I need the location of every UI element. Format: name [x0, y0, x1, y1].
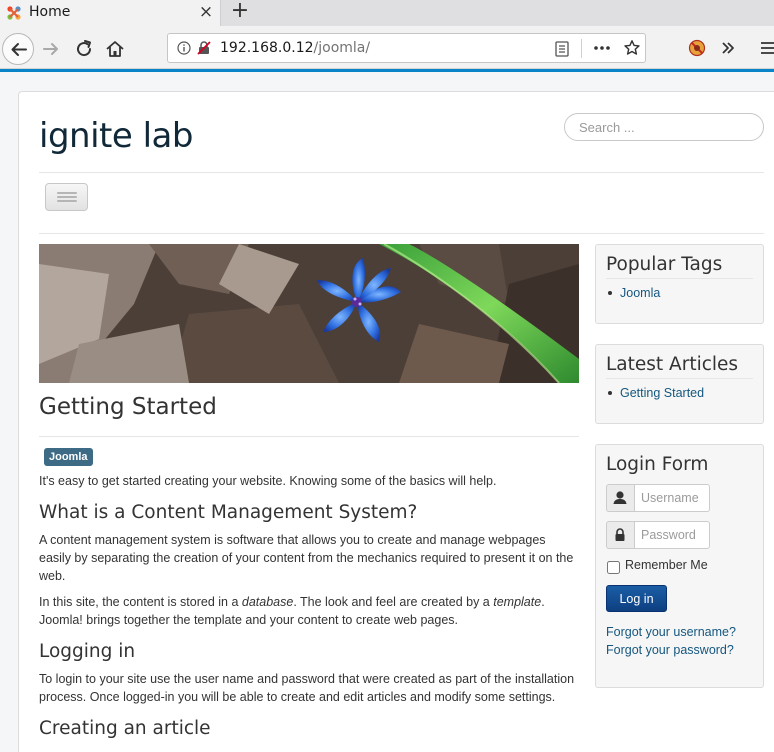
bookmark-star-icon[interactable] [623, 39, 641, 57]
login-links: Forgot your username? Forgot your passwo… [606, 623, 753, 659]
remember-me-checkbox[interactable] [607, 561, 620, 574]
search-input[interactable] [564, 113, 764, 141]
username-input[interactable] [634, 484, 710, 512]
page-load-accent-bar [0, 69, 774, 72]
home-icon[interactable] [103, 37, 127, 61]
remember-me[interactable]: Remember Me [606, 558, 753, 576]
popular-tag-link[interactable]: Joomla [606, 284, 753, 302]
article-intro: It's easy to get started creating your w… [39, 474, 497, 488]
tab-bar: Home × + [0, 0, 774, 26]
toggle-bar-icon [57, 200, 77, 202]
latest-articles-module: Latest Articles Getting Started [595, 344, 764, 424]
template-emphasis: template [493, 595, 542, 609]
forgot-username-link[interactable]: Forgot your username? [606, 623, 753, 641]
overflow-chevrons-icon[interactable] [719, 39, 737, 57]
hero-flower-image [39, 244, 579, 383]
password-row [606, 521, 753, 549]
heading-cms: What is a Content Management System? [39, 502, 418, 523]
latest-article-link[interactable]: Getting Started [606, 384, 753, 402]
urlbar-divider [581, 39, 582, 58]
tab-home[interactable]: Home × [0, 0, 221, 26]
login-form-title: Login Form [606, 454, 709, 475]
tag-badge[interactable]: Joomla [44, 448, 93, 466]
lock-icon [606, 521, 634, 549]
extension-icon[interactable] [688, 39, 706, 57]
remember-me-label: Remember Me [625, 558, 708, 572]
insecure-lock-icon[interactable] [196, 40, 212, 56]
tab-title: Home [29, 4, 71, 20]
reader-view-icon[interactable] [555, 41, 569, 57]
user-icon [606, 484, 634, 512]
paragraph-login: To login to your site use the user name … [39, 672, 575, 704]
page-container: ignite lab Search ... Getting Started Jo… [18, 91, 774, 752]
tab-close-icon[interactable]: × [197, 2, 215, 22]
log-in-button[interactable]: Log in [606, 585, 667, 612]
username-row [606, 484, 753, 512]
popular-tags-module: Popular Tags Joomla [595, 244, 764, 324]
url-path: /joomla/ [313, 40, 371, 56]
nav-divider [39, 233, 764, 234]
arrow-left-icon [11, 43, 27, 56]
back-button[interactable] [2, 33, 34, 65]
url-text: 192.168.0.12/joomla/ [220, 40, 370, 56]
header-divider [39, 172, 764, 173]
article: Getting Started Joomla It's easy to get … [39, 390, 579, 739]
paragraph-site-text: . The look and feel are created by a [293, 595, 494, 609]
article-title: Getting Started [39, 394, 217, 420]
heading-logging-in: Logging in [39, 641, 136, 662]
password-input[interactable] [634, 521, 710, 549]
paragraph-site-text: In this site, the content is stored in a [39, 595, 242, 609]
latest-articles-title: Latest Articles [606, 354, 753, 379]
article-title-divider [39, 436, 579, 437]
forgot-password-link[interactable]: Forgot your password? [606, 641, 753, 659]
url-host: 192.168.0.12 [220, 40, 314, 56]
forward-arrow-icon[interactable] [39, 37, 63, 61]
new-tab-button[interactable]: + [230, 0, 250, 24]
site-title[interactable]: ignite lab [39, 116, 193, 156]
address-bar[interactable]: 192.168.0.12/joomla/ [167, 33, 646, 63]
toggle-bar-icon [57, 192, 77, 194]
toggle-bar-icon [57, 196, 77, 198]
menu-toggle-button[interactable] [45, 183, 88, 211]
paragraph-site: In this site, the content is stored in a… [39, 593, 579, 629]
page-actions-icon[interactable] [593, 45, 611, 51]
reload-icon[interactable] [72, 37, 96, 61]
heading-creating-article: Creating an article [39, 718, 211, 739]
paragraph-cms: A content management system is software … [39, 533, 574, 583]
popular-tags-title: Popular Tags [606, 254, 753, 279]
navigation-toolbar: 192.168.0.12/joomla/ [0, 26, 774, 69]
login-form-module: Login Form Remember Me Log in Forgot you… [595, 444, 764, 688]
database-emphasis: database [241, 595, 294, 609]
info-icon[interactable] [177, 41, 191, 55]
joomla-favicon-icon [7, 6, 21, 20]
hamburger-menu-icon[interactable] [759, 39, 774, 57]
